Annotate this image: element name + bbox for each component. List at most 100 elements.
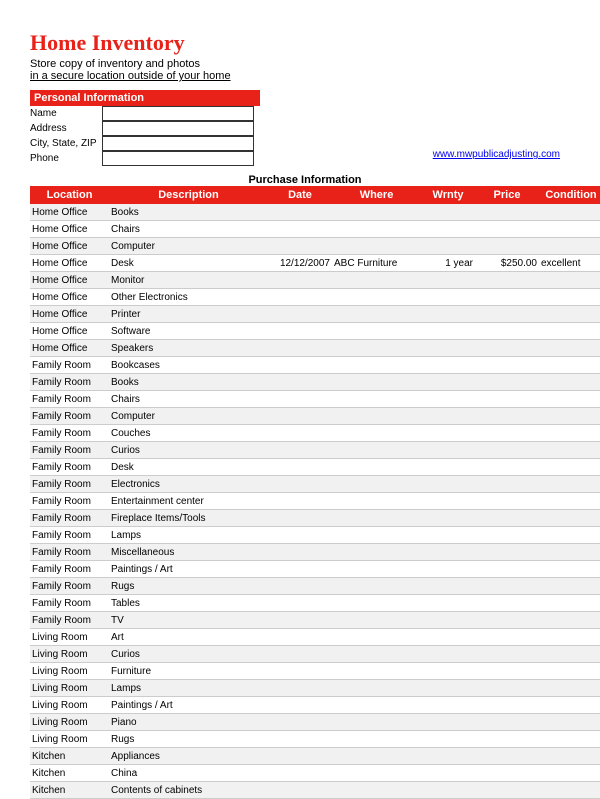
personal-field-input[interactable] [102, 106, 254, 121]
cell-condition[interactable] [539, 459, 600, 476]
cell-where[interactable] [332, 340, 421, 357]
cell-price[interactable] [475, 510, 539, 527]
cell-description[interactable]: Curios [109, 646, 268, 663]
cell-wrnty[interactable] [421, 221, 475, 238]
cell-wrnty[interactable] [421, 510, 475, 527]
cell-location[interactable]: Family Room [30, 595, 109, 612]
cell-location[interactable]: Family Room [30, 612, 109, 629]
cell-wrnty[interactable] [421, 357, 475, 374]
cell-description[interactable]: Rugs [109, 578, 268, 595]
cell-where[interactable] [332, 578, 421, 595]
cell-location[interactable]: Family Room [30, 357, 109, 374]
personal-field-input[interactable] [102, 136, 254, 151]
cell-price[interactable] [475, 357, 539, 374]
cell-price[interactable] [475, 340, 539, 357]
cell-where[interactable] [332, 323, 421, 340]
cell-condition[interactable] [539, 493, 600, 510]
cell-condition[interactable] [539, 272, 600, 289]
cell-price[interactable] [475, 476, 539, 493]
cell-location[interactable]: Living Room [30, 646, 109, 663]
cell-price[interactable] [475, 408, 539, 425]
cell-condition[interactable] [539, 408, 600, 425]
cell-description[interactable]: Desk [109, 459, 268, 476]
cell-description[interactable]: Piano [109, 714, 268, 731]
cell-price[interactable] [475, 731, 539, 748]
cell-description[interactable]: Contents of cabinets [109, 782, 268, 799]
cell-price[interactable] [475, 714, 539, 731]
cell-description[interactable]: Computer [109, 408, 268, 425]
cell-location[interactable]: Home Office [30, 204, 109, 221]
cell-wrnty[interactable] [421, 204, 475, 221]
cell-wrnty[interactable] [421, 544, 475, 561]
cell-location[interactable]: Family Room [30, 510, 109, 527]
cell-location[interactable]: Home Office [30, 272, 109, 289]
cell-description[interactable]: Fireplace Items/Tools [109, 510, 268, 527]
cell-price[interactable] [475, 391, 539, 408]
cell-description[interactable]: China [109, 765, 268, 782]
cell-location[interactable]: Home Office [30, 306, 109, 323]
cell-condition[interactable] [539, 374, 600, 391]
cell-description[interactable]: Speakers [109, 340, 268, 357]
cell-wrnty[interactable] [421, 476, 475, 493]
cell-wrnty[interactable] [421, 289, 475, 306]
cell-date[interactable]: 12/12/2007 [268, 255, 332, 272]
cell-where[interactable] [332, 680, 421, 697]
cell-condition[interactable] [539, 629, 600, 646]
cell-condition[interactable] [539, 238, 600, 255]
cell-where[interactable] [332, 238, 421, 255]
cell-description[interactable]: Art [109, 629, 268, 646]
cell-wrnty[interactable] [421, 697, 475, 714]
website-link[interactable]: www.mwpublicadjusting.com [433, 149, 560, 160]
cell-condition[interactable] [539, 765, 600, 782]
cell-condition[interactable] [539, 204, 600, 221]
cell-where[interactable] [332, 748, 421, 765]
cell-where[interactable] [332, 561, 421, 578]
cell-date[interactable] [268, 697, 332, 714]
cell-description[interactable]: TV [109, 612, 268, 629]
cell-price[interactable] [475, 374, 539, 391]
cell-description[interactable]: Desk [109, 255, 268, 272]
cell-price[interactable] [475, 765, 539, 782]
cell-wrnty[interactable] [421, 663, 475, 680]
cell-where[interactable] [332, 612, 421, 629]
cell-date[interactable] [268, 357, 332, 374]
cell-date[interactable] [268, 544, 332, 561]
cell-date[interactable] [268, 510, 332, 527]
cell-price[interactable] [475, 646, 539, 663]
cell-description[interactable]: Tables [109, 595, 268, 612]
cell-location[interactable]: Home Office [30, 238, 109, 255]
cell-description[interactable]: Furniture [109, 663, 268, 680]
cell-where[interactable] [332, 510, 421, 527]
cell-description[interactable]: Appliances [109, 748, 268, 765]
cell-location[interactable]: Family Room [30, 408, 109, 425]
cell-date[interactable] [268, 748, 332, 765]
cell-wrnty[interactable] [421, 646, 475, 663]
cell-price[interactable] [475, 578, 539, 595]
cell-description[interactable]: Chairs [109, 391, 268, 408]
cell-location[interactable]: Home Office [30, 221, 109, 238]
cell-date[interactable] [268, 442, 332, 459]
cell-price[interactable] [475, 221, 539, 238]
cell-location[interactable]: Family Room [30, 476, 109, 493]
cell-location[interactable]: Home Office [30, 323, 109, 340]
cell-wrnty[interactable] [421, 612, 475, 629]
cell-wrnty[interactable] [421, 459, 475, 476]
cell-condition[interactable] [539, 612, 600, 629]
cell-date[interactable] [268, 408, 332, 425]
cell-wrnty[interactable] [421, 731, 475, 748]
cell-where[interactable] [332, 663, 421, 680]
cell-price[interactable] [475, 425, 539, 442]
cell-date[interactable] [268, 272, 332, 289]
cell-wrnty[interactable] [421, 306, 475, 323]
cell-date[interactable] [268, 476, 332, 493]
cell-where[interactable] [332, 476, 421, 493]
cell-condition[interactable] [539, 578, 600, 595]
cell-where[interactable] [332, 306, 421, 323]
cell-location[interactable]: Home Office [30, 289, 109, 306]
cell-price[interactable] [475, 306, 539, 323]
cell-where[interactable] [332, 493, 421, 510]
cell-condition[interactable] [539, 595, 600, 612]
cell-where[interactable] [332, 782, 421, 799]
cell-price[interactable] [475, 595, 539, 612]
cell-location[interactable]: Kitchen [30, 765, 109, 782]
